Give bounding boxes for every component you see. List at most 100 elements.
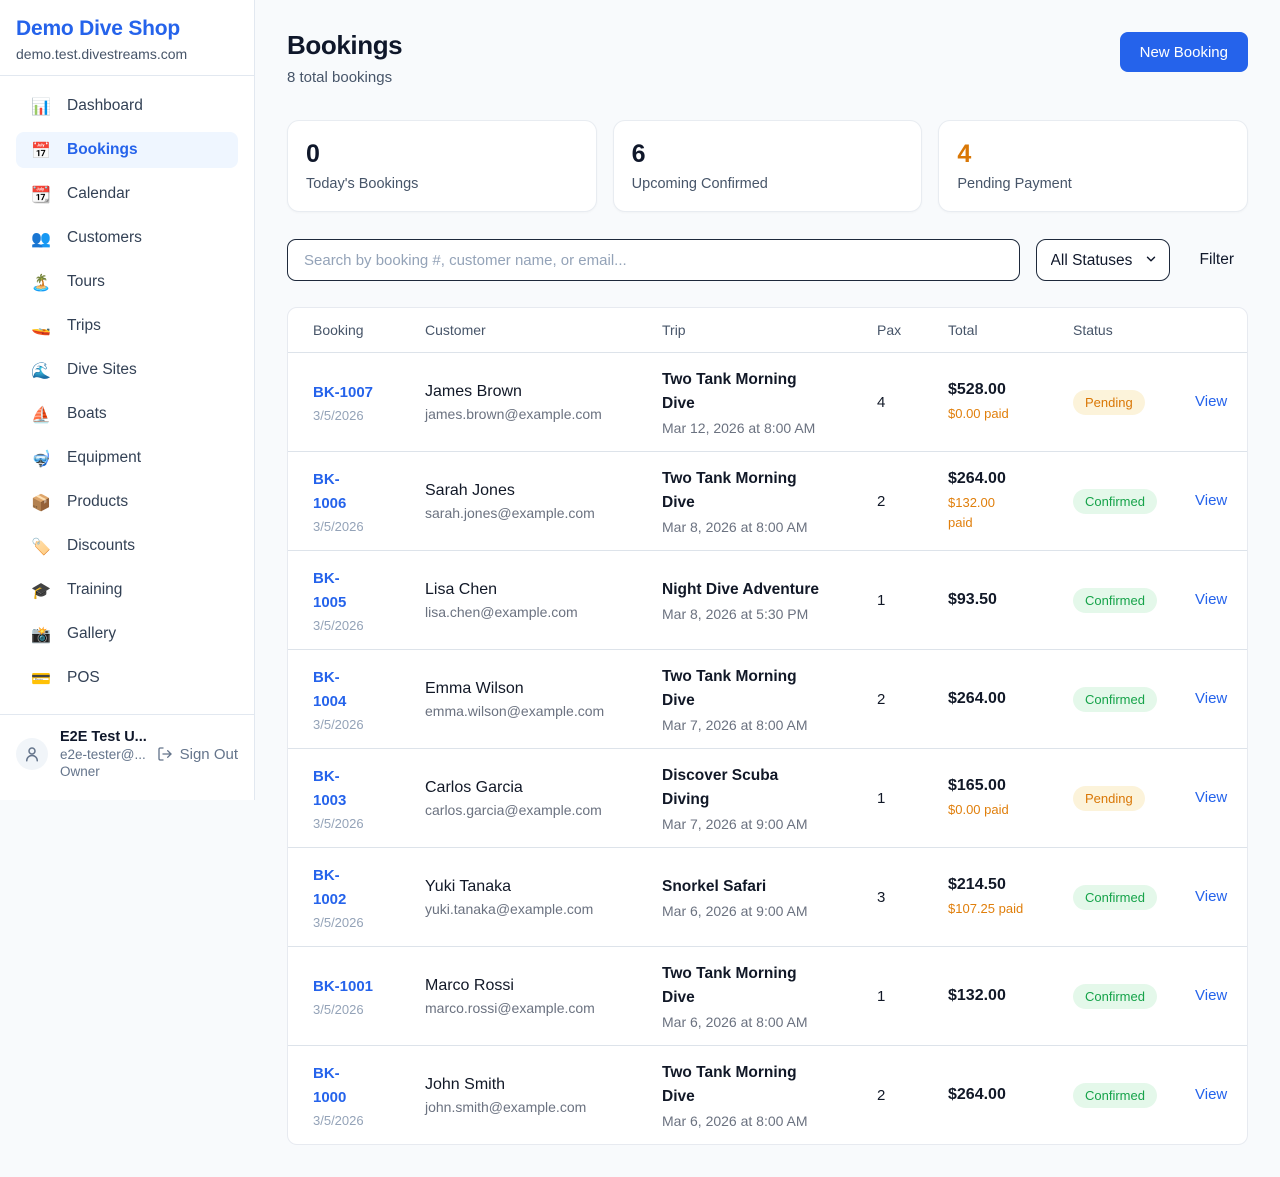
new-booking-button[interactable]: New Booking xyxy=(1120,32,1248,72)
graduation-cap-icon: 🎓 xyxy=(31,581,50,600)
sidebar-item-label: Gallery xyxy=(67,625,116,643)
status-filter-select[interactable]: All Statuses xyxy=(1036,239,1170,281)
wave-icon: 🌊 xyxy=(31,361,50,380)
booking-id-link[interactable]: BK- 1006 xyxy=(313,468,346,515)
customer-name: James Brown xyxy=(425,383,662,401)
package-icon: 📦 xyxy=(31,493,50,512)
trip-datetime: Mar 6, 2026 at 8:00 AM xyxy=(662,1113,877,1129)
stat-value: 4 xyxy=(957,140,1229,169)
sidebar-item-label: Calendar xyxy=(67,185,130,203)
view-link[interactable]: View xyxy=(1195,987,1227,1004)
customers-icon: 👥 xyxy=(31,229,50,248)
customer-name: Carlos Garcia xyxy=(425,779,662,797)
credit-card-icon: 💳 xyxy=(31,669,50,688)
booking-date: 3/5/2026 xyxy=(313,1113,425,1128)
view-link[interactable]: View xyxy=(1195,1086,1227,1103)
sign-out-label: Sign Out xyxy=(180,746,238,763)
sidebar-item-gallery[interactable]: 📸 Gallery xyxy=(16,616,238,652)
bookings-calendar-icon: 📅 xyxy=(31,141,50,160)
status-badge: Confirmed xyxy=(1073,984,1157,1009)
view-link[interactable]: View xyxy=(1195,393,1227,410)
col-header-pax: Pax xyxy=(877,322,948,338)
table-row: BK- 1000 3/5/2026 John Smith john.smith@… xyxy=(288,1045,1247,1144)
paid-amount: $0.00 paid xyxy=(948,404,1073,424)
sailboat-icon: ⛵ xyxy=(31,405,50,424)
trip-name: Discover Scuba Diving xyxy=(662,764,877,811)
user-name: E2E Test U... xyxy=(60,729,145,745)
pax-count: 1 xyxy=(877,988,948,1005)
filter-button[interactable]: Filter xyxy=(1186,251,1248,269)
sidebar-item-equipment[interactable]: 🤿 Equipment xyxy=(16,440,238,476)
avatar xyxy=(16,738,48,770)
user-info: E2E Test U... e2e-tester@... Owner xyxy=(60,729,145,779)
sidebar-item-dashboard[interactable]: 📊 Dashboard xyxy=(16,88,238,124)
sidebar-item-training[interactable]: 🎓 Training xyxy=(16,572,238,608)
sidebar-item-discounts[interactable]: 🏷️ Discounts xyxy=(16,528,238,564)
customer-email: james.brown@example.com xyxy=(425,406,662,422)
stat-value: 6 xyxy=(632,140,904,169)
sidebar-item-bookings[interactable]: 📅 Bookings xyxy=(16,132,238,168)
trip-datetime: Mar 8, 2026 at 5:30 PM xyxy=(662,606,877,622)
trip-datetime: Mar 6, 2026 at 8:00 AM xyxy=(662,1014,877,1030)
stats-row: 0 Today's Bookings 6 Upcoming Confirmed … xyxy=(287,120,1248,212)
paid-amount: $0.00 paid xyxy=(948,800,1073,820)
trip-name: Two Tank Morning Dive xyxy=(662,665,877,712)
col-header-status: Status xyxy=(1073,322,1195,338)
sidebar-item-calendar[interactable]: 📆 Calendar xyxy=(16,176,238,212)
total-amount: $93.50 xyxy=(948,591,1073,609)
bookings-table: Booking Customer Trip Pax Total Status B… xyxy=(287,307,1248,1145)
trip-datetime: Mar 8, 2026 at 8:00 AM xyxy=(662,519,877,535)
person-icon xyxy=(23,745,41,763)
stat-label: Pending Payment xyxy=(957,176,1229,192)
booking-id-link[interactable]: BK- 1004 xyxy=(313,666,346,713)
trip-name: Snorkel Safari xyxy=(662,875,877,898)
total-amount: $264.00 xyxy=(948,690,1073,708)
pax-count: 1 xyxy=(877,592,948,609)
brand-title[interactable]: Demo Dive Shop xyxy=(16,17,238,41)
view-link[interactable]: View xyxy=(1195,690,1227,707)
controls-row: All Statuses Filter xyxy=(287,239,1248,281)
brand-domain: demo.test.divestreams.com xyxy=(16,46,238,62)
status-badge: Confirmed xyxy=(1073,489,1157,514)
sidebar-item-pos[interactable]: 💳 POS xyxy=(16,660,238,696)
sidebar-item-customers[interactable]: 👥 Customers xyxy=(16,220,238,256)
pax-count: 2 xyxy=(877,493,948,510)
sidebar: Demo Dive Shop demo.test.divestreams.com… xyxy=(0,0,255,800)
search-input[interactable] xyxy=(287,239,1020,281)
pax-count: 2 xyxy=(877,691,948,708)
table-row: BK-1001 3/5/2026 Marco Rossi marco.rossi… xyxy=(288,946,1247,1045)
booking-date: 3/5/2026 xyxy=(313,915,425,930)
brand-block: Demo Dive Shop demo.test.divestreams.com xyxy=(0,0,254,76)
sidebar-item-trips[interactable]: 🚤 Trips xyxy=(16,308,238,344)
booking-id-link[interactable]: BK- 1003 xyxy=(313,765,346,812)
view-link[interactable]: View xyxy=(1195,492,1227,509)
sidebar-item-products[interactable]: 📦 Products xyxy=(16,484,238,520)
view-link[interactable]: View xyxy=(1195,789,1227,806)
booking-id-link[interactable]: BK- 1000 xyxy=(313,1062,346,1109)
stat-card-todays-bookings: 0 Today's Bookings xyxy=(287,120,597,212)
trip-datetime: Mar 7, 2026 at 8:00 AM xyxy=(662,717,877,733)
pax-count: 2 xyxy=(877,1087,948,1104)
booking-id-link[interactable]: BK- 1005 xyxy=(313,567,346,614)
customer-email: lisa.chen@example.com xyxy=(425,604,662,620)
booking-id-link[interactable]: BK-1007 xyxy=(313,381,373,404)
sign-out-button[interactable]: Sign Out xyxy=(157,746,238,763)
table-row: BK- 1003 3/5/2026 Carlos Garcia carlos.g… xyxy=(288,748,1247,847)
booking-id-link[interactable]: BK-1001 xyxy=(313,975,373,998)
sidebar-item-label: Products xyxy=(67,493,128,511)
status-badge: Pending xyxy=(1073,786,1145,811)
customer-email: carlos.garcia@example.com xyxy=(425,802,662,818)
customer-name: John Smith xyxy=(425,1076,662,1094)
trip-name: Two Tank Morning Dive xyxy=(662,962,877,1009)
booking-id-link[interactable]: BK- 1002 xyxy=(313,864,346,911)
view-link[interactable]: View xyxy=(1195,888,1227,905)
customer-email: yuki.tanaka@example.com xyxy=(425,901,662,917)
sidebar-item-boats[interactable]: ⛵ Boats xyxy=(16,396,238,432)
sidebar-item-label: Discounts xyxy=(67,537,135,555)
sidebar-item-dive-sites[interactable]: 🌊 Dive Sites xyxy=(16,352,238,388)
view-link[interactable]: View xyxy=(1195,591,1227,608)
sidebar-item-tours[interactable]: 🏝️ Tours xyxy=(16,264,238,300)
total-amount: $214.50 xyxy=(948,876,1073,894)
page-header: Bookings 8 total bookings New Booking xyxy=(287,30,1248,86)
col-header-booking: Booking xyxy=(313,322,425,338)
